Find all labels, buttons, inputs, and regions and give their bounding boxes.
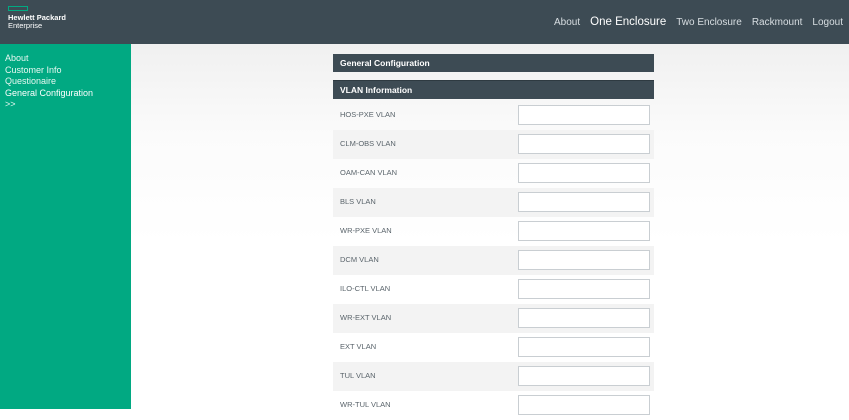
vlan-field-label: WR-PXE VLAN bbox=[340, 226, 392, 235]
vlan-field-input[interactable] bbox=[518, 134, 650, 154]
vlan-field-row: HOS-PXE VLAN bbox=[333, 101, 654, 130]
vlan-field-row: TUL VLAN bbox=[333, 362, 654, 391]
top-navigation: About One Enclosure Two Enclosure Rackmo… bbox=[544, 0, 843, 44]
vlan-information-header: VLAN Information bbox=[333, 80, 654, 99]
vlan-field-label: WR-EXT VLAN bbox=[340, 313, 392, 322]
vlan-field-row: OAM-CAN VLAN bbox=[333, 159, 654, 188]
nav-two-enclosure[interactable]: Two Enclosure bbox=[676, 17, 742, 28]
configuration-panel: General Configuration VLAN Information H… bbox=[333, 54, 654, 420]
vlan-field-label: BLS VLAN bbox=[340, 197, 376, 206]
vlan-field-input[interactable] bbox=[518, 105, 650, 125]
vlan-field-row: DCM VLAN bbox=[333, 246, 654, 275]
vlan-field-row: EXT VLAN bbox=[333, 333, 654, 362]
vlan-fields: HOS-PXE VLAN CLM-OBS VLAN OAM-CAN VLAN BLS … bbox=[333, 101, 654, 420]
brand-name-line2: Enterprise bbox=[8, 21, 43, 30]
nav-one-enclosure[interactable]: One Enclosure bbox=[590, 16, 666, 28]
vlan-field-row: WR-PXE VLAN bbox=[333, 217, 654, 246]
vlan-field-input[interactable] bbox=[518, 221, 650, 241]
hpe-logo-mark-icon bbox=[8, 6, 28, 11]
vlan-field-input[interactable] bbox=[518, 163, 650, 183]
sidebar-item-questionaire[interactable]: Questionaire bbox=[5, 76, 131, 88]
sidebar-item-next[interactable]: >> bbox=[5, 99, 131, 111]
vlan-field-input[interactable] bbox=[518, 395, 650, 415]
vlan-field-input[interactable] bbox=[518, 337, 650, 357]
hpe-logo[interactable]: Hewlett Packard Enterprise bbox=[8, 6, 66, 30]
sidebar-item-general-configuration[interactable]: General Configuration bbox=[5, 88, 131, 100]
vlan-field-label: EXT VLAN bbox=[340, 342, 377, 351]
vlan-field-label: TUL VLAN bbox=[340, 371, 376, 380]
vlan-field-input[interactable] bbox=[518, 250, 650, 270]
vlan-field-label: HOS-PXE VLAN bbox=[340, 110, 396, 119]
vlan-field-label: ILO-CTL VLAN bbox=[340, 284, 391, 293]
vlan-field-input[interactable] bbox=[518, 366, 650, 386]
vlan-field-row: CLM-OBS VLAN bbox=[333, 130, 654, 159]
sidebar-item-customer-info[interactable]: Customer Info bbox=[5, 65, 131, 77]
vlan-field-input[interactable] bbox=[518, 279, 650, 299]
vlan-field-row: WR-TUL VLAN bbox=[333, 391, 654, 420]
general-configuration-header: General Configuration bbox=[333, 54, 654, 72]
sidebar-item-about[interactable]: About bbox=[5, 53, 131, 65]
vlan-field-label: DCM VLAN bbox=[340, 255, 379, 264]
nav-about[interactable]: About bbox=[554, 17, 580, 28]
vlan-field-label: WR-TUL VLAN bbox=[340, 400, 391, 409]
vlan-field-label: CLM-OBS VLAN bbox=[340, 139, 396, 148]
top-bar: Hewlett Packard Enterprise About One Enc… bbox=[0, 0, 849, 44]
vlan-field-input[interactable] bbox=[518, 192, 650, 212]
vlan-field-input[interactable] bbox=[518, 308, 650, 328]
vlan-field-label: OAM-CAN VLAN bbox=[340, 168, 398, 177]
vlan-field-row: BLS VLAN bbox=[333, 188, 654, 217]
nav-logout[interactable]: Logout bbox=[812, 17, 843, 28]
vlan-field-row: ILO-CTL VLAN bbox=[333, 275, 654, 304]
sidebar: About Customer Info Questionaire General… bbox=[0, 44, 131, 409]
sidebar-menu: About Customer Info Questionaire General… bbox=[0, 44, 131, 111]
vlan-field-row: WR-EXT VLAN bbox=[333, 304, 654, 333]
nav-rackmount[interactable]: Rackmount bbox=[752, 17, 803, 28]
